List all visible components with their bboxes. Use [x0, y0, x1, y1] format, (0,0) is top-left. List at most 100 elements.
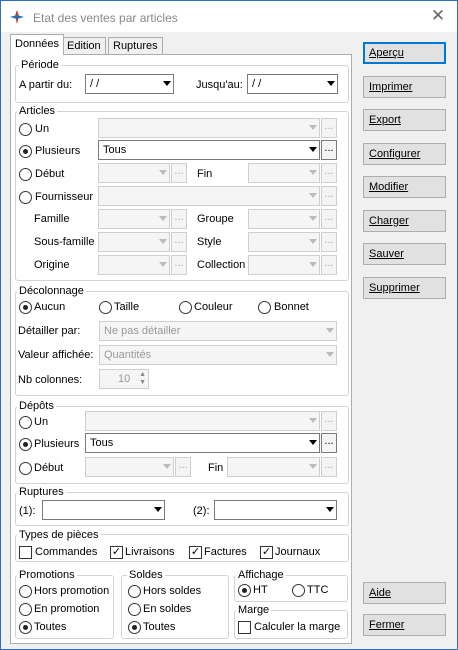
toutes-soldes-radio[interactable] [128, 621, 141, 634]
periode-legend: Période [19, 59, 61, 71]
depots-debut-label: Début [34, 462, 64, 474]
articles-debut-combo[interactable] [98, 163, 170, 183]
livraisons-checkbox[interactable]: ✓ [110, 546, 123, 559]
depots-plusieurs-combo[interactable]: Tous [85, 433, 320, 453]
en-soldes-radio[interactable] [128, 603, 141, 616]
style-browse[interactable]: ... [321, 232, 337, 252]
configurer-button[interactable]: Configurer [363, 143, 446, 165]
groupe-label: Groupe [197, 213, 234, 225]
decolonnage-taille-radio[interactable] [99, 301, 112, 314]
toutes-promotion-label: Toutes [34, 621, 67, 633]
decolonnage-aucun-radio[interactable] [19, 301, 32, 314]
aide-button[interactable]: Aide [363, 582, 446, 604]
supprimer-button[interactable]: Supprimer [363, 277, 446, 299]
tab-ruptures[interactable]: Ruptures [108, 37, 163, 54]
famille-browse[interactable]: ... [171, 209, 187, 229]
rupture-1-combo[interactable] [42, 500, 165, 520]
valeur-combo[interactable]: Quantités [99, 345, 337, 365]
collection-label: Collection [197, 259, 246, 271]
to-date-field[interactable]: / / [247, 74, 338, 94]
depots-un-label: Un [34, 416, 49, 428]
title-bar: Etat des ventes par articles ✕ [1, 1, 457, 32]
depots-plusieurs-radio[interactable] [19, 438, 32, 451]
depots-fin-combo[interactable] [227, 457, 320, 477]
articles-debut-browse[interactable]: ... [171, 163, 187, 183]
factures-label: Factures [204, 546, 247, 558]
nb-colonnes-spinner[interactable]: 10 ▲ ▼ [99, 369, 149, 389]
depots-un-radio[interactable] [19, 416, 32, 429]
articles-plusieurs-radio[interactable] [19, 145, 32, 158]
depots-plusieurs-browse[interactable]: ... [321, 433, 337, 453]
groupe-combo[interactable] [248, 209, 320, 229]
journaux-label: Journaux [275, 546, 321, 558]
export-button[interactable]: Export [363, 109, 446, 131]
close-icon[interactable]: ✕ [429, 7, 447, 25]
rupture-2-combo[interactable] [214, 500, 337, 520]
charger-button[interactable]: Charger [363, 210, 446, 232]
hors-promotion-radio[interactable] [19, 585, 32, 598]
decolonnage-couleur-radio[interactable] [179, 301, 192, 314]
marge-legend: Marge [236, 604, 272, 616]
depots-un-combo[interactable] [85, 411, 320, 431]
tab-donnees[interactable]: Données [10, 34, 65, 55]
calculer-marge-label: Calculer la marge [254, 621, 341, 633]
nb-colonnes-label: Nb colonnes: [18, 374, 83, 386]
detailler-combo[interactable]: Ne pas détailler [99, 321, 337, 341]
origine-combo[interactable] [98, 255, 170, 275]
from-date-field[interactable]: / / [85, 74, 174, 94]
hors-soldes-label: Hors soldes [143, 585, 202, 597]
depots-un-browse[interactable]: ... [321, 411, 337, 431]
toutes-promotion-radio[interactable] [19, 621, 32, 634]
articles-plusieurs-browse[interactable]: ... [321, 140, 337, 160]
sous-famille-combo[interactable] [98, 232, 170, 252]
sauver-button[interactable]: Sauver [363, 243, 446, 265]
depots-legend: Dépôts [17, 400, 56, 412]
calculer-marge-checkbox[interactable] [238, 621, 251, 634]
depots-debut-browse[interactable]: ... [175, 457, 191, 477]
decolonnage-aucun-label: Aucun [34, 301, 66, 313]
apercu-button[interactable]: Aperçu [363, 42, 446, 64]
fermer-button[interactable]: Fermer [363, 614, 446, 636]
fournisseur-combo[interactable] [98, 186, 320, 206]
collection-browse[interactable]: ... [321, 255, 337, 275]
articles-un-combo[interactable] [98, 118, 320, 138]
toutes-soldes-label: Toutes [143, 621, 176, 633]
articles-plusieurs-combo[interactable]: Tous [98, 140, 320, 160]
window-title: Etat des ventes par articles [33, 11, 178, 25]
commandes-checkbox[interactable] [19, 546, 32, 559]
imprimer-button[interactable]: Imprimer [363, 76, 446, 98]
groupe-browse[interactable]: ... [321, 209, 337, 229]
journaux-checkbox[interactable]: ✓ [260, 546, 273, 559]
origine-browse[interactable]: ... [171, 255, 187, 275]
collection-combo[interactable] [248, 255, 320, 275]
articles-fin-browse[interactable]: ... [321, 163, 337, 183]
factures-checkbox[interactable]: ✓ [189, 546, 202, 559]
ruptures-legend: Ruptures [17, 486, 66, 498]
rupture-2-label: (2): [193, 505, 210, 517]
fournisseur-radio[interactable] [19, 191, 32, 204]
articles-un-radio[interactable] [19, 123, 32, 136]
articles-un-browse[interactable]: ... [321, 118, 337, 138]
from-label: A partir du: [19, 79, 73, 91]
promotions-legend: Promotions [17, 569, 77, 581]
depots-fin-browse[interactable]: ... [321, 457, 337, 477]
style-combo[interactable] [248, 232, 320, 252]
fournisseur-browse[interactable]: ... [321, 186, 337, 206]
valeur-label: Valeur affichée: [18, 349, 94, 361]
ht-radio[interactable] [238, 584, 251, 597]
depots-debut-combo[interactable] [85, 457, 174, 477]
articles-fin-combo[interactable] [248, 163, 320, 183]
hors-soldes-radio[interactable] [128, 585, 141, 598]
decolonnage-bonnet-radio[interactable] [258, 301, 271, 314]
famille-combo[interactable] [98, 209, 170, 229]
hors-promotion-label: Hors promotion [34, 585, 110, 597]
articles-debut-radio[interactable] [19, 168, 32, 181]
tab-edition[interactable]: Edition [62, 37, 106, 54]
modifier-button[interactable]: Modifier [363, 176, 446, 198]
depots-debut-radio[interactable] [19, 462, 32, 475]
articles-debut-label: Début [35, 168, 65, 180]
ttc-radio[interactable] [292, 584, 305, 597]
sous-famille-browse[interactable]: ... [171, 232, 187, 252]
en-promotion-radio[interactable] [19, 603, 32, 616]
sous-famille-label: Sous-famille [34, 236, 95, 248]
